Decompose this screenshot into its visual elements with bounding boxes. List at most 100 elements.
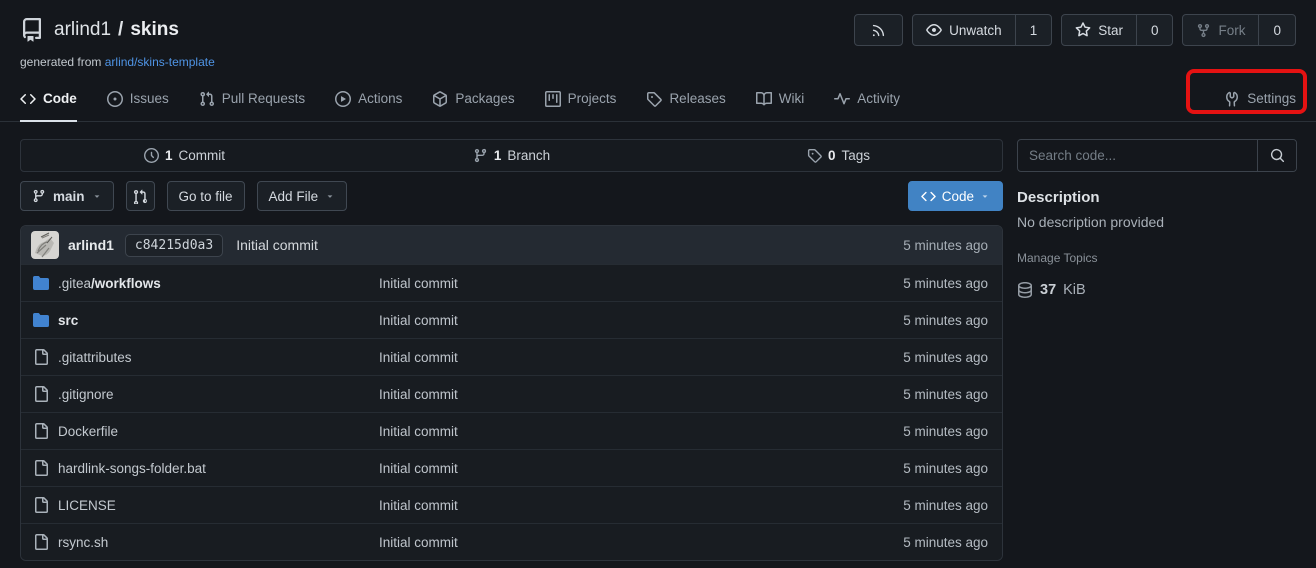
compare-branches-button[interactable]: [126, 181, 155, 211]
table-row: Dockerfile Initial commit 5 minutes ago: [21, 412, 1002, 449]
rss-button[interactable]: [854, 14, 903, 46]
fork-button[interactable]: Fork: [1183, 15, 1258, 45]
file-commit-time: 5 minutes ago: [903, 461, 990, 476]
file-icon: [33, 349, 49, 365]
database-icon: [1017, 282, 1033, 298]
go-to-file-button[interactable]: Go to file: [167, 181, 245, 211]
repo-name-link[interactable]: skins: [130, 19, 179, 41]
code-icon: [921, 189, 936, 204]
rss-icon: [871, 23, 886, 38]
package-icon: [432, 91, 448, 107]
tab-code[interactable]: Code: [20, 77, 77, 122]
search-button[interactable]: [1257, 140, 1296, 171]
star-count[interactable]: 0: [1136, 15, 1173, 45]
file-commit-message[interactable]: Initial commit: [379, 535, 903, 550]
folder-icon: [33, 312, 49, 328]
file-icon: [33, 460, 49, 476]
tab-projects[interactable]: Projects: [545, 77, 617, 122]
tab-packages[interactable]: Packages: [432, 77, 514, 122]
tab-activity[interactable]: Activity: [834, 77, 900, 122]
tools-icon: [1224, 91, 1240, 107]
repo-stats-bar: 1 Commit 1 Branch 0 Tags: [20, 139, 1003, 172]
fork-count[interactable]: 0: [1258, 15, 1295, 45]
star-button[interactable]: Star: [1062, 15, 1136, 45]
book-icon: [756, 91, 772, 107]
file-icon: [33, 534, 49, 550]
file-commit-time: 5 minutes ago: [903, 535, 990, 550]
file-commit-message[interactable]: Initial commit: [379, 498, 903, 513]
file-icon: [33, 423, 49, 439]
file-name-link[interactable]: .gitattributes: [49, 350, 379, 365]
file-name-link[interactable]: hardlink-songs-folder.bat: [49, 461, 379, 476]
tag-icon: [646, 91, 662, 107]
repo-icon: [20, 18, 44, 42]
table-row: rsync.sh Initial commit 5 minutes ago: [21, 523, 1002, 560]
file-commit-time: 5 minutes ago: [903, 313, 990, 328]
file-commit-time: 5 minutes ago: [903, 350, 990, 365]
file-commit-message[interactable]: Initial commit: [379, 424, 903, 439]
tab-actions[interactable]: Actions: [335, 77, 402, 122]
repo-size-unit: KiB: [1063, 282, 1086, 298]
title-separator: /: [118, 19, 123, 41]
file-commit-message[interactable]: Initial commit: [379, 387, 903, 402]
file-name-link[interactable]: Dockerfile: [49, 424, 379, 439]
watch-button-group: Unwatch 1: [912, 14, 1052, 46]
file-commit-time: 5 minutes ago: [903, 424, 990, 439]
search-input[interactable]: [1018, 140, 1257, 171]
file-commit-message[interactable]: Initial commit: [379, 276, 903, 291]
fork-icon: [1196, 23, 1211, 38]
commit-author[interactable]: arlind1: [68, 237, 114, 253]
avatar[interactable]: [31, 231, 59, 259]
file-table: arlind1 c84215d0a3 Initial commit 5 minu…: [20, 225, 1003, 561]
manage-topics-link[interactable]: Manage Topics: [1017, 251, 1098, 265]
clock-icon: [144, 148, 159, 163]
tag-icon: [807, 148, 822, 163]
file-commit-time: 5 minutes ago: [903, 498, 990, 513]
generated-from: generated from arlind/skins-template: [20, 55, 1296, 69]
unwatch-label: Unwatch: [949, 23, 1002, 38]
repo-size: 37 KiB: [1017, 282, 1297, 298]
git-branch-icon: [473, 148, 488, 163]
tags-stat[interactable]: 0 Tags: [675, 140, 1002, 171]
table-row: .gitea/workflows Initial commit 5 minute…: [21, 264, 1002, 301]
tab-wiki[interactable]: Wiki: [756, 77, 805, 122]
file-commit-message[interactable]: Initial commit: [379, 313, 903, 328]
pull-request-icon: [199, 91, 215, 107]
file-name-link[interactable]: LICENSE: [49, 498, 379, 513]
file-commit-message[interactable]: Initial commit: [379, 350, 903, 365]
file-icon: [33, 497, 49, 513]
git-branch-icon: [32, 189, 46, 203]
repo-owner-link[interactable]: arlind1: [54, 19, 111, 41]
watch-count[interactable]: 1: [1015, 15, 1052, 45]
repo-tabs: Code Issues Pull Requests Actions Packag…: [0, 77, 1316, 122]
tab-releases[interactable]: Releases: [646, 77, 725, 122]
fork-label: Fork: [1218, 23, 1245, 38]
commit-hash[interactable]: c84215d0a3: [125, 234, 223, 257]
table-row: hardlink-songs-folder.bat Initial commit…: [21, 449, 1002, 486]
file-icon: [33, 386, 49, 402]
code-download-dropdown[interactable]: Code: [908, 181, 1003, 211]
code-search: [1017, 139, 1297, 172]
branches-stat[interactable]: 1 Branch: [348, 140, 675, 171]
file-commit-message[interactable]: Initial commit: [379, 461, 903, 476]
commit-message[interactable]: Initial commit: [236, 237, 318, 253]
project-board-icon: [545, 91, 561, 107]
file-name-link[interactable]: .gitignore: [49, 387, 379, 402]
tab-pull-requests[interactable]: Pull Requests: [199, 77, 305, 122]
unwatch-button[interactable]: Unwatch: [913, 15, 1015, 45]
branch-selector[interactable]: main: [20, 181, 114, 211]
template-link[interactable]: arlind/skins-template: [105, 55, 215, 69]
issue-icon: [107, 91, 123, 107]
tab-settings[interactable]: Settings: [1224, 77, 1296, 122]
table-row: .gitattributes Initial commit 5 minutes …: [21, 338, 1002, 375]
commits-stat[interactable]: 1 Commit: [21, 140, 348, 171]
repo-sidebar: Description No description provided Mana…: [1017, 139, 1297, 298]
latest-commit-row: arlind1 c84215d0a3 Initial commit 5 minu…: [21, 226, 1002, 264]
add-file-dropdown[interactable]: Add File: [257, 181, 348, 211]
file-name-link[interactable]: rsync.sh: [49, 535, 379, 550]
chevron-down-icon: [980, 191, 990, 201]
file-name-link[interactable]: src: [49, 313, 379, 328]
file-commit-time: 5 minutes ago: [903, 276, 990, 291]
tab-issues[interactable]: Issues: [107, 77, 169, 122]
file-name-link[interactable]: .gitea/workflows: [49, 276, 379, 291]
